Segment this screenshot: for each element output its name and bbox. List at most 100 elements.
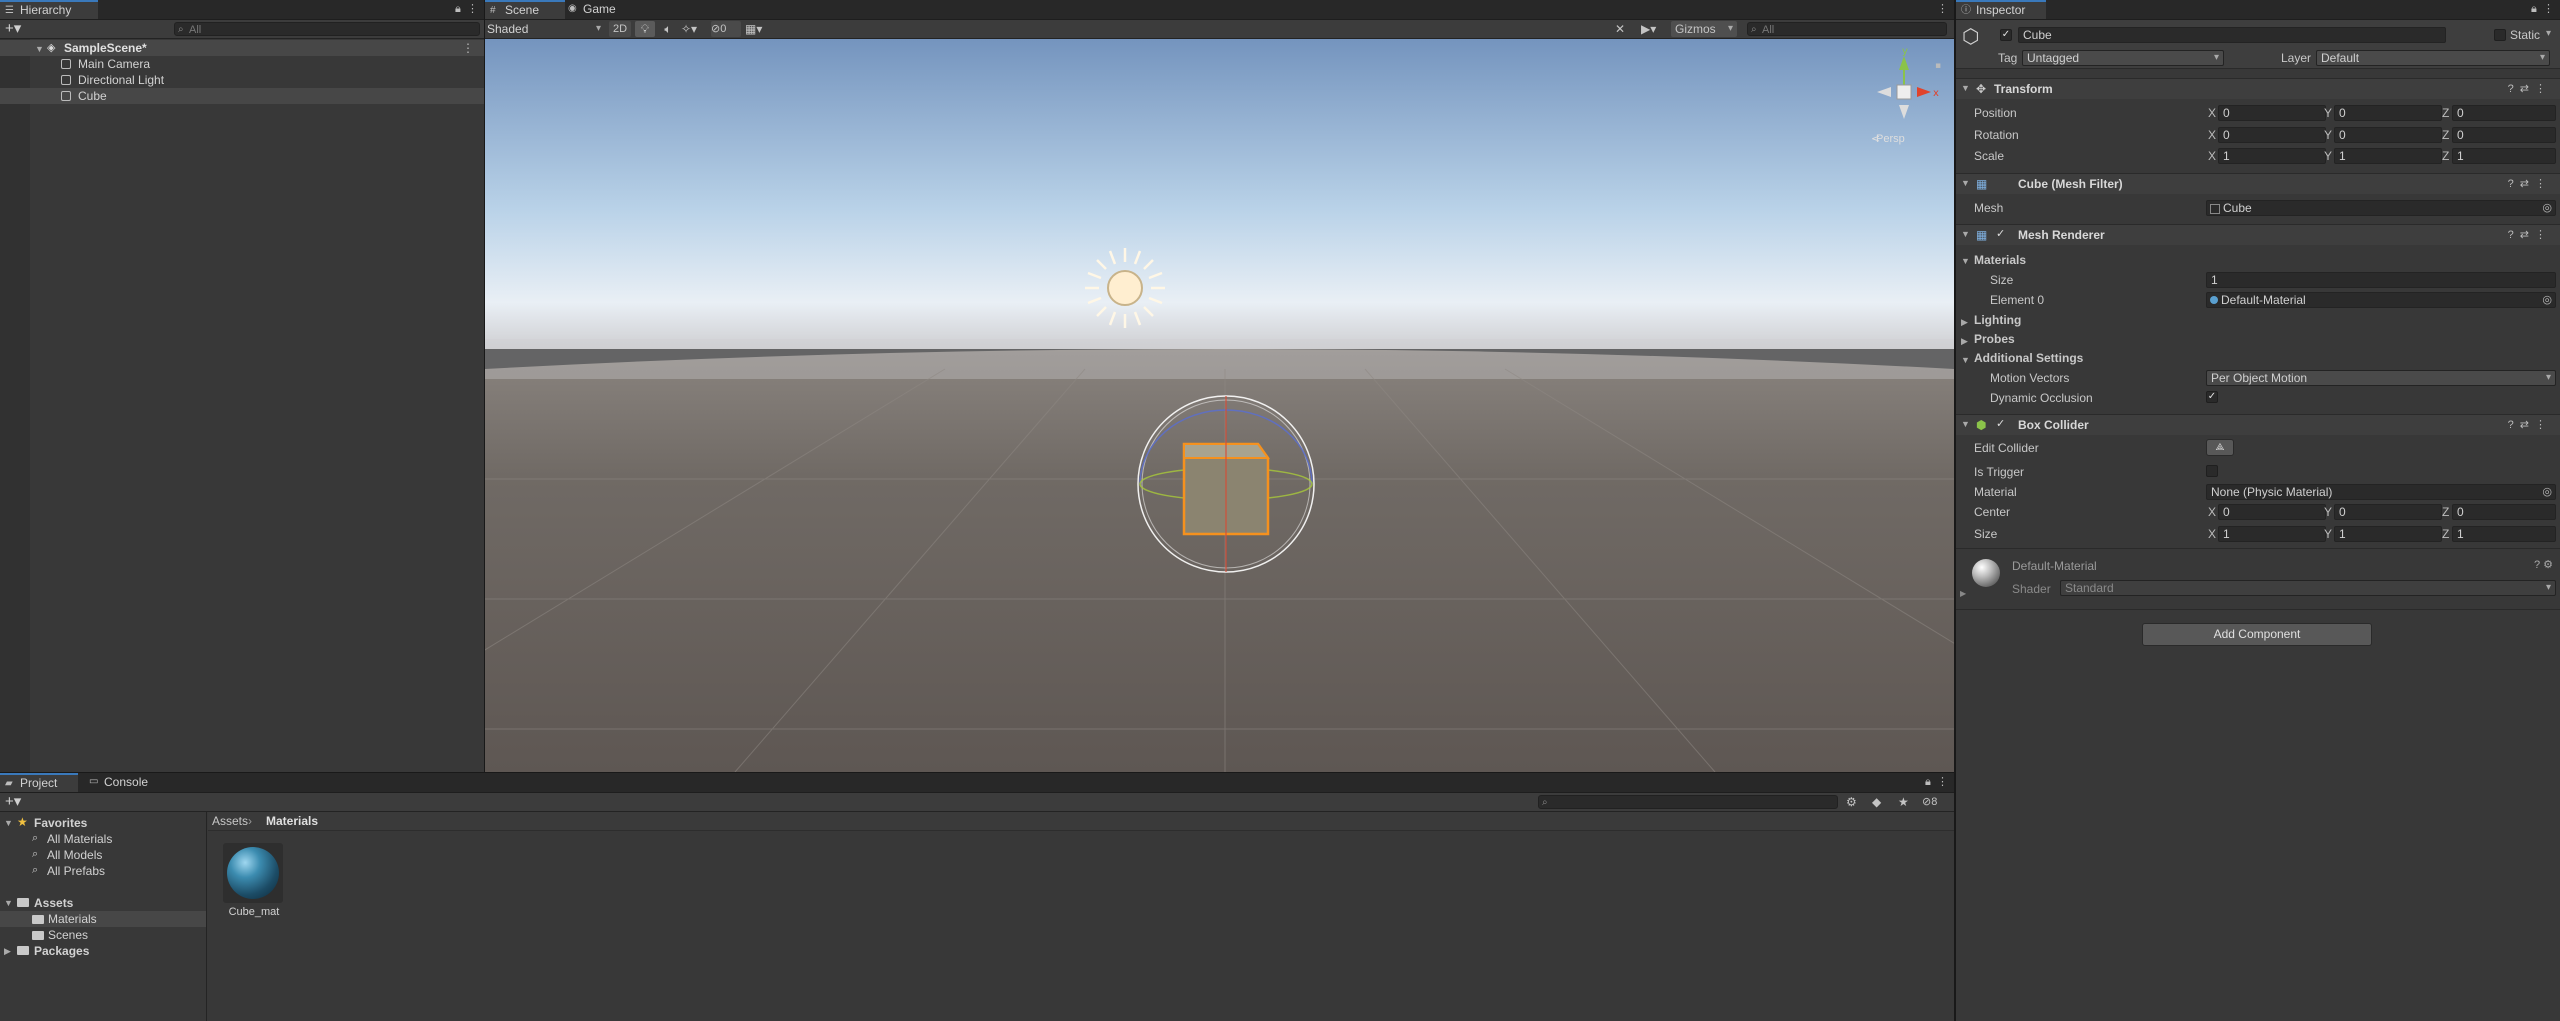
tab-scene[interactable]: # Scene	[485, 0, 565, 19]
presets-icon[interactable]: ⇄	[2520, 229, 2535, 241]
tab-game[interactable]: ◉ Game	[563, 0, 624, 19]
component-tools[interactable]: ?⇄⋮	[2508, 177, 2552, 190]
edit-collider-button[interactable]: ⟁	[2206, 439, 2234, 456]
hierarchy-search-input[interactable]: ⌕ All	[174, 22, 480, 36]
material-preview-sphere[interactable]	[1972, 559, 2000, 587]
favorites-label[interactable]: Favorites	[34, 816, 87, 830]
center-y-field[interactable]: 0	[2334, 504, 2442, 520]
size-x-field[interactable]: 1	[2218, 526, 2326, 542]
tag-dropdown[interactable]: Untagged	[2022, 50, 2224, 66]
scene-viewport[interactable]: y x Persp < ▪	[485, 39, 1954, 772]
kebab-menu-icon[interactable]: ⋮	[2535, 83, 2552, 95]
assets-label[interactable]: Assets	[34, 896, 73, 910]
search-by-label-icon[interactable]: ◆	[1872, 794, 1881, 810]
collapse-arrow-icon[interactable]: ▶	[1960, 589, 1966, 598]
kebab-menu-icon[interactable]: ⋮	[2543, 3, 2554, 15]
dynamic-occlusion-checkbox[interactable]: ✓	[2206, 391, 2218, 403]
is-trigger-checkbox[interactable]	[2206, 465, 2218, 477]
effects-dropdown-icon[interactable]: ✧▾	[681, 21, 711, 37]
presets-icon[interactable]: ⇄	[2520, 178, 2535, 190]
project-search-input[interactable]: ⌕	[1538, 795, 1838, 809]
panel-menu[interactable]: 🔒︎ ⋮	[1925, 773, 1948, 792]
position-z-field[interactable]: 0	[2452, 105, 2556, 121]
expand-arrow-icon[interactable]: ▼	[1961, 229, 1970, 239]
packages-label[interactable]: Packages	[34, 944, 89, 958]
expand-arrow-icon[interactable]: ▼	[1961, 83, 1970, 93]
favorite-star-icon[interactable]: ★	[1898, 794, 1909, 810]
tab-project[interactable]: ▰ Project	[0, 773, 78, 792]
hidden-objects-toggle[interactable]: ⊘0	[711, 21, 741, 37]
add-component-button[interactable]: Add Component	[2142, 623, 2372, 646]
kebab-menu-icon[interactable]: ⋮	[467, 3, 478, 15]
hidden-packages-toggle[interactable]: ⊘8	[1922, 794, 1937, 810]
lighting-foldout[interactable]: Lighting	[1974, 313, 2021, 327]
lock-icon[interactable]: 🔒︎	[455, 3, 461, 15]
expand-arrow-icon[interactable]: ▼	[35, 41, 44, 57]
folder-item-selected[interactable]: Materials	[0, 911, 206, 927]
breadcrumb-materials[interactable]: Materials	[266, 812, 318, 830]
favorite-item[interactable]: All Prefabs	[47, 864, 105, 878]
collapse-arrow-icon[interactable]: ▶	[4, 946, 11, 957]
expand-arrow-icon[interactable]: ▼	[4, 898, 13, 908]
panel-menu[interactable]: 🔒︎ ⋮	[2531, 0, 2554, 19]
gizmo-lock-icon[interactable]: ▪	[1935, 61, 1941, 71]
hierarchy-item[interactable]: Main Camera	[0, 56, 484, 72]
panel-menu[interactable]: 🔒︎ ⋮	[455, 0, 478, 19]
active-checkbox[interactable]: ✓	[2000, 29, 2012, 41]
tab-console[interactable]: ▭ Console	[84, 773, 156, 792]
gear-icon[interactable]: ⚙︎	[2543, 559, 2556, 571]
scene-kebab-icon[interactable]: ⋮	[462, 40, 474, 56]
kebab-menu-icon[interactable]: ⋮	[2535, 419, 2552, 431]
help-icon[interactable]: ?	[2508, 229, 2520, 241]
favorite-item[interactable]: All Models	[47, 848, 102, 862]
rotation-z-field[interactable]: 0	[2452, 127, 2556, 143]
tab-inspector[interactable]: ⓘ Inspector	[1956, 0, 2046, 19]
expand-arrow-icon[interactable]: ▼	[1961, 178, 1970, 188]
lighting-toggle-icon[interactable]: 💡︎	[635, 21, 655, 37]
lock-icon[interactable]: 🔒︎	[1925, 776, 1931, 788]
element0-field[interactable]: Default-Material ◎	[2206, 292, 2556, 308]
size-y-field[interactable]: 1	[2334, 526, 2442, 542]
materials-foldout[interactable]: Materials	[1974, 253, 2026, 267]
motion-vectors-dropdown[interactable]: Per Object Motion	[2206, 370, 2556, 386]
static-dropdown-icon[interactable]: ▾	[2546, 28, 2551, 39]
mesh-field[interactable]: Cube ◎	[2206, 200, 2556, 216]
center-z-field[interactable]: 0	[2452, 504, 2556, 520]
help-icon[interactable]: ?	[2508, 83, 2520, 95]
shader-dropdown[interactable]: Standard	[2060, 580, 2556, 596]
transform-header[interactable]: ▼ ✥ Transform ?⇄⋮	[1956, 78, 2560, 99]
directional-light-icon[interactable]	[1085, 248, 1165, 328]
create-asset-icon[interactable]: +▾	[5, 793, 21, 811]
position-x-field[interactable]: 0	[2218, 105, 2326, 121]
materials-size-field[interactable]: 1	[2206, 272, 2556, 288]
position-y-field[interactable]: 0	[2334, 105, 2442, 121]
kebab-menu-icon[interactable]: ⋮	[1937, 0, 1948, 19]
hierarchy-item-selected[interactable]: Cube	[0, 88, 484, 104]
layer-dropdown[interactable]: Default	[2316, 50, 2550, 66]
component-tools[interactable]: ?⇄⋮	[2508, 82, 2552, 95]
collapse-arrow-icon[interactable]: ▶	[1961, 317, 1968, 328]
box-collider-header[interactable]: ▼ ⬢ ✓ Box Collider ?⇄⋮	[1956, 414, 2560, 435]
additional-settings-foldout[interactable]: Additional Settings	[1974, 351, 2083, 365]
scale-z-field[interactable]: 1	[2452, 148, 2556, 164]
object-picker-icon[interactable]: ◎	[2542, 201, 2552, 215]
static-checkbox[interactable]	[2494, 29, 2506, 41]
material-tools[interactable]: ?⚙︎	[2534, 558, 2556, 571]
breadcrumb-assets[interactable]: Assets	[212, 812, 248, 830]
shading-mode-dropdown[interactable]: Shaded	[487, 21, 605, 37]
scale-y-field[interactable]: 1	[2334, 148, 2442, 164]
mesh-renderer-header[interactable]: ▼ ▦ ✓ Mesh Renderer ?⇄⋮	[1956, 224, 2560, 245]
probes-foldout[interactable]: Probes	[1974, 332, 2015, 346]
center-x-field[interactable]: 0	[2218, 504, 2326, 520]
physic-material-field[interactable]: None (Physic Material) ◎	[2206, 484, 2556, 500]
folder-item[interactable]: Scenes	[48, 928, 88, 942]
enabled-checkbox[interactable]: ✓	[1996, 229, 2007, 240]
camera-dropdown-icon[interactable]: ▶▾	[1641, 21, 1656, 37]
persp-label[interactable]: Persp	[1876, 133, 1905, 145]
toggle-2d-button[interactable]: 2D	[609, 21, 631, 37]
static-label[interactable]: Static	[2510, 28, 2540, 42]
cube-gameobject-icon[interactable]: ⬡	[1962, 24, 1979, 49]
kebab-menu-icon[interactable]: ⋮	[2535, 229, 2552, 241]
audio-toggle-icon[interactable]: 🔈︎	[659, 21, 677, 37]
scale-x-field[interactable]: 1	[2218, 148, 2326, 164]
